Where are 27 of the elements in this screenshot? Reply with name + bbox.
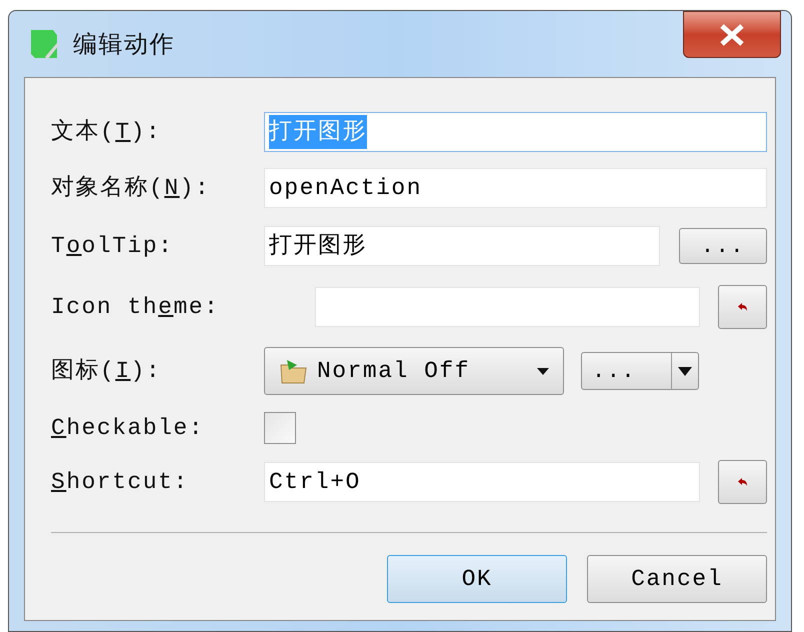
dropdown-arrow-icon [537, 368, 549, 374]
reset-button[interactable] [718, 460, 767, 504]
dropdown-arrow-icon [678, 366, 692, 376]
field-label: Icon theme: [51, 292, 220, 322]
text-field[interactable] [315, 287, 700, 327]
field-label: ToolTip: [51, 232, 174, 261]
folder-icon [279, 357, 309, 385]
field-label: Shortcut: [51, 468, 190, 497]
field-label: Checkable: [51, 414, 206, 443]
field-label: 对象名称(N): [51, 174, 212, 203]
icon-mode-dropdown[interactable]: Normal Off [264, 347, 564, 395]
icon-menu-button[interactable]: ... [581, 352, 699, 390]
more-button[interactable]: ... [678, 228, 767, 264]
close-icon [719, 24, 745, 46]
text-field[interactable]: openAction [264, 168, 767, 208]
undo-icon [736, 302, 748, 312]
text-field[interactable]: Ctrl+O [264, 462, 700, 502]
undo-icon [736, 477, 748, 487]
field-label: 文本(T): [51, 118, 162, 147]
ok-button[interactable]: OK [387, 555, 567, 603]
reset-button[interactable] [718, 285, 767, 329]
window-title: 编辑动作 [73, 29, 175, 60]
close-button[interactable] [683, 11, 781, 58]
checkbox[interactable] [264, 412, 296, 444]
field-label: 图标(I): [51, 356, 162, 386]
text-field[interactable]: 打开图形 [264, 226, 660, 266]
cancel-button[interactable]: Cancel [587, 555, 767, 603]
